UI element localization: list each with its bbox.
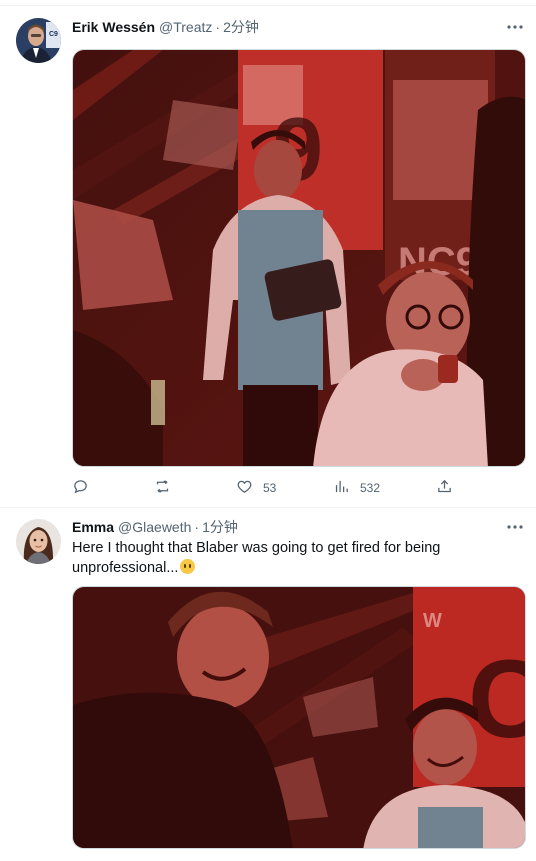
display-name[interactable]: Erik Wessén xyxy=(72,19,155,35)
separator-dot: · xyxy=(194,519,200,535)
more-horizontal-icon[interactable] xyxy=(506,18,524,36)
views-button[interactable]: 532 xyxy=(333,476,380,500)
tweet-actions: 53 532 xyxy=(72,476,520,500)
tweet-header: Erik Wessén @Treatz · 2分钟 xyxy=(72,17,259,37)
reply-button[interactable] xyxy=(72,476,99,500)
retweet-icon xyxy=(154,478,171,498)
tweet-media-image[interactable]: C W xyxy=(72,586,526,849)
share-icon xyxy=(436,478,453,498)
avatar[interactable] xyxy=(16,519,61,564)
timestamp[interactable]: 1分钟 xyxy=(202,517,238,537)
views-chart-icon xyxy=(333,478,350,498)
retweet-button[interactable] xyxy=(154,476,181,500)
view-count: 532 xyxy=(360,481,381,495)
tweet-media-image[interactable]: 9 NC9 xyxy=(72,49,526,467)
user-handle[interactable]: @Treatz xyxy=(159,19,212,35)
like-button[interactable]: 53 xyxy=(236,476,276,500)
separator-dot: · xyxy=(215,19,221,35)
heart-icon xyxy=(236,478,253,498)
tweet-text-content: Here I thought that Blaber was going to … xyxy=(72,540,441,576)
like-count: 53 xyxy=(263,481,277,495)
timestamp[interactable]: 2分钟 xyxy=(223,17,259,37)
tweet[interactable]: Emma @Glaeweth · 1分钟 Here I thought that… xyxy=(0,509,536,861)
avatar[interactable]: C9 xyxy=(16,18,61,63)
timeline-feed: C9 Erik Wessén @Treatz · 2分钟 9 53 532 Em… xyxy=(0,0,536,861)
svg-text:C9: C9 xyxy=(49,31,58,38)
more-horizontal-icon[interactable] xyxy=(506,518,524,536)
user-handle[interactable]: @Glaeweth xyxy=(118,519,191,535)
tweet[interactable]: C9 Erik Wessén @Treatz · 2分钟 9 53 532 xyxy=(0,6,536,508)
tweet-header: Emma @Glaeweth · 1分钟 xyxy=(72,517,238,537)
share-button[interactable] xyxy=(436,476,453,500)
reply-icon xyxy=(72,478,89,498)
tweet-text: Here I thought that Blaber was going to … xyxy=(72,538,520,578)
face-without-mouth-emoji xyxy=(180,559,196,574)
display-name[interactable]: Emma xyxy=(72,519,114,535)
